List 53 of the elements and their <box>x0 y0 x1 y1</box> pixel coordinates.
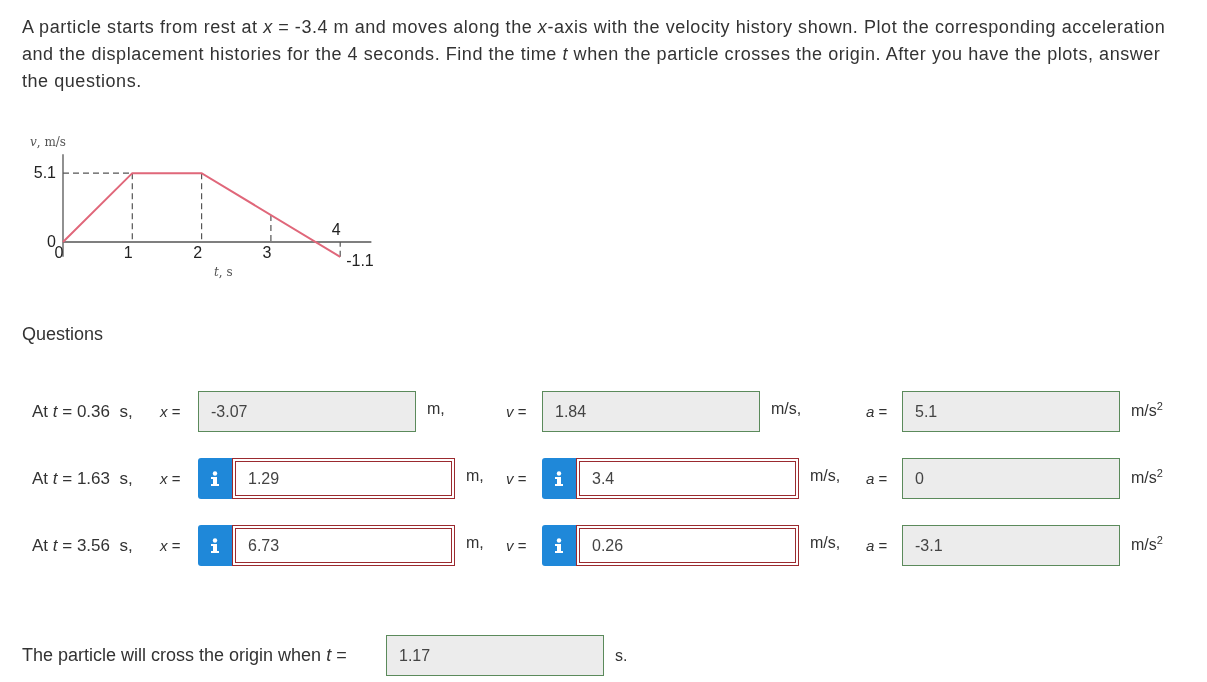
question-prompt: At t = 1.63 s, <box>32 468 134 489</box>
tick-label: 1 <box>123 244 133 261</box>
question-prompt: At t = 0.36 s, <box>32 401 134 422</box>
annotation-label: 4 <box>331 221 341 238</box>
info-icon <box>554 537 564 554</box>
value-label: -1.1 <box>346 251 374 269</box>
info-icon <box>554 470 564 487</box>
info-button[interactable] <box>198 458 232 499</box>
tick-label: 5.1 <box>33 164 56 182</box>
axis-label: t, s <box>214 265 233 279</box>
tick-label: 0 <box>47 233 56 250</box>
unit-label: s. <box>614 646 629 665</box>
answer-field[interactable]: 1.84 <box>542 391 760 432</box>
tick-label: 3 <box>262 244 272 261</box>
variable-label: a = <box>866 403 889 420</box>
info-button[interactable] <box>198 525 232 566</box>
section-heading: Questions <box>22 324 105 345</box>
question-prompt: The particle will cross the origin when t = <box>22 645 348 666</box>
variable-label: x = <box>160 403 182 420</box>
variable-label: v = <box>506 470 528 487</box>
axis-label: v, m/s <box>30 135 66 149</box>
info-button[interactable] <box>542 525 576 566</box>
unit-label: m/s, <box>809 533 842 552</box>
info-button[interactable] <box>542 458 576 499</box>
info-icon <box>210 537 220 554</box>
variable-label: a = <box>866 537 889 554</box>
unit-label: m, <box>465 533 485 552</box>
variable-label: a = <box>866 470 889 487</box>
info-icon <box>210 470 220 487</box>
answer-field[interactable]: 5.1 <box>902 391 1120 432</box>
answer-field[interactable]: 6.73 <box>232 525 455 566</box>
answer-field[interactable]: 0 <box>902 458 1120 499</box>
tick-label: 2 <box>193 244 203 261</box>
unit-label: m/s$^{2}$ <box>1130 399 1164 421</box>
tick-label: 0 <box>54 244 64 261</box>
unit-label: m/s$^{2}$ <box>1130 533 1164 555</box>
unit-label: m, <box>426 399 446 418</box>
unit-label: m, <box>465 466 485 485</box>
answer-field[interactable]: 3.4 <box>576 458 799 499</box>
unit-label: m/s, <box>770 399 803 418</box>
answer-field[interactable]: 1.17 <box>386 635 604 676</box>
answer-field[interactable]: -3.1 <box>902 525 1120 566</box>
unit-label: m/s$^{2}$ <box>1130 466 1164 488</box>
question-prompt: At t = 3.56 s, <box>32 535 134 556</box>
answer-field[interactable]: 0.26 <box>576 525 799 566</box>
problem-text: A particle starts from rest at x = -3.4 m and moves along the x-axis with the velocity history shown. Plot the corresponding acceleration and the displacement histories for the 4 seconds. Find the time t when the particle crosses the origin. After you have the plots, answer the questions. <box>22 16 1167 93</box>
answer-field[interactable]: 1.29 <box>232 458 455 499</box>
variable-label: v = <box>506 537 528 554</box>
variable-label: x = <box>160 537 182 554</box>
answer-field[interactable]: -3.07 <box>198 391 416 432</box>
variable-label: v = <box>506 403 528 420</box>
variable-label: x = <box>160 470 182 487</box>
unit-label: m/s, <box>809 466 842 485</box>
